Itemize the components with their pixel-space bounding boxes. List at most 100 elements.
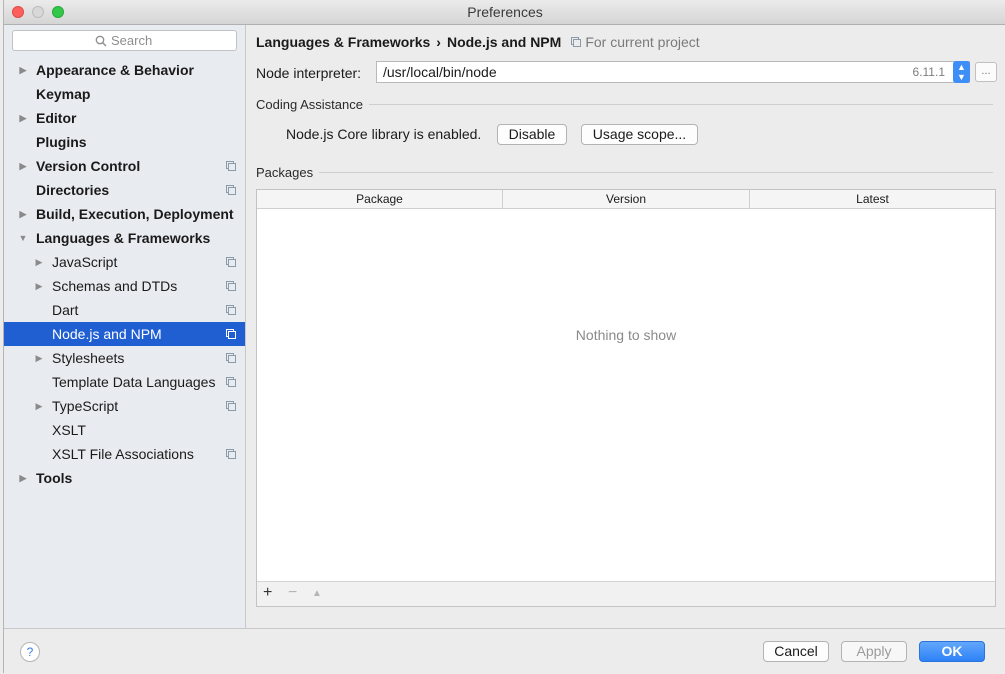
search-icon [95,35,107,46]
settings-sidebar: Search ▶ Appearance & Behavior Keymap ▶ Edit… [4,25,246,628]
sidebar-item-editor[interactable]: ▶ Editor [4,106,245,130]
sidebar-item-label: Directories [36,182,110,198]
browse-interpreter-button[interactable]: ... [975,62,997,82]
sidebar-item-label: XSLT [52,422,86,438]
sidebar-item-dart[interactable]: Dart [4,298,245,322]
ok-button[interactable]: OK [919,641,985,662]
collapsed-arrow-icon[interactable]: ▶ [34,274,44,298]
packages-title: Packages [256,165,314,180]
search-placeholder: Search [111,33,153,48]
project-scope-icon [226,449,236,459]
sidebar-item-label: Build, Execution, Deployment [36,206,234,222]
sidebar-item-plugins[interactable]: Plugins [4,130,245,154]
coding-assistance-section: Coding Assistance [256,97,993,112]
section-divider [319,172,993,173]
sidebar-item-label: Keymap [36,86,91,102]
sidebar-item-label: Languages & Frameworks [36,230,211,246]
upgrade-package-icon[interactable]: ▲ [312,585,322,603]
sidebar-item-xslt[interactable]: XSLT [4,418,245,442]
add-package-icon[interactable]: + [263,584,272,602]
column-header-latest[interactable]: Latest [750,190,995,208]
sidebar-item-appearance-behavior[interactable]: ▶ Appearance & Behavior [4,58,245,82]
collapsed-arrow-icon[interactable]: ▶ [18,58,28,82]
usage-scope-button[interactable]: Usage scope... [581,124,698,145]
remove-package-icon[interactable]: − [288,584,297,602]
breadcrumb-current: Node.js and NPM [446,34,562,50]
sidebar-item-xslt-file-associations[interactable]: XSLT File Associations [4,442,245,466]
settings-content: Languages & Frameworks › Node.js and NPM… [246,25,1005,628]
preferences-window: Preferences Search ▶ Appearance & Behavio… [3,0,1005,674]
sidebar-item-label: Schemas and DTDs [52,278,178,294]
settings-tree: ▶ Appearance & Behavior Keymap ▶ Editor Plugi… [4,58,245,490]
sidebar-item-label: Appearance & Behavior [36,62,194,78]
search-input[interactable]: Search [12,30,237,51]
sidebar-item-stylesheets[interactable]: ▶ Stylesheets [4,346,245,370]
sidebar-item-languages-frameworks[interactable]: ▼ Languages & Frameworks [4,226,245,250]
title-bar: Preferences [4,0,1005,25]
sidebar-item-template-data-languages[interactable]: Template Data Languages [4,370,245,394]
packages-section: Packages [256,165,993,180]
column-header-package[interactable]: Package [257,190,503,208]
empty-table-text: Nothing to show [575,327,677,343]
collapsed-arrow-icon[interactable]: ▶ [18,202,28,226]
collapsed-arrow-icon[interactable]: ▶ [18,154,28,178]
table-toolbar: + − ▲ [257,581,995,606]
collapsed-arrow-icon[interactable]: ▶ [18,106,28,130]
project-scope-icon [226,161,236,171]
breadcrumb: Languages & Frameworks › Node.js and NPM… [256,34,700,50]
project-scope-icon [226,377,236,387]
project-scope-icon [226,329,236,339]
project-scope-icon [226,353,236,363]
sidebar-item-javascript[interactable]: ▶ JavaScript [4,250,245,274]
sidebar-item-label: Dart [52,302,79,318]
sidebar-item-directories[interactable]: Directories [4,178,245,202]
dialog-footer: ? Cancel Apply OK [4,628,1005,674]
core-library-status: Node.js Core library is enabled. [286,126,482,142]
sidebar-item-label: Version Control [36,158,141,174]
project-scope-icon [226,401,236,411]
apply-button[interactable]: Apply [841,641,907,662]
sidebar-item-label: Editor [36,110,77,126]
cancel-button[interactable]: Cancel [763,641,829,662]
breadcrumb-separator: › [436,34,441,50]
sidebar-item-tools[interactable]: ▶ Tools [4,466,245,490]
collapsed-arrow-icon[interactable]: ▶ [34,394,44,418]
sidebar-item-label: Plugins [36,134,87,150]
project-scope-icon [571,37,582,47]
sidebar-item-node-js-and-npm[interactable]: Node.js and NPM [4,322,245,346]
sidebar-item-label: Tools [36,470,73,486]
coding-assistance-title: Coding Assistance [256,97,363,112]
project-scope-icon [226,281,236,291]
sidebar-item-label: JavaScript [52,254,118,270]
window-title: Preferences [467,4,543,20]
node-interpreter-label: Node interpreter: [256,65,362,81]
sidebar-item-typescript[interactable]: ▶ TypeScript [4,394,245,418]
collapsed-arrow-icon[interactable]: ▶ [18,466,28,490]
project-scope-icon [226,257,236,267]
node-interpreter-combobox[interactable]: /usr/local/bin/node 6.11.1 ▲ ▼ [376,61,970,83]
help-button[interactable]: ? [20,642,40,662]
section-divider [368,104,993,105]
sidebar-item-label: Node.js and NPM [52,326,162,342]
table-header: Package Version Latest [257,190,995,209]
sidebar-item-label: XSLT File Associations [52,446,194,462]
collapsed-arrow-icon[interactable]: ▶ [34,346,44,370]
packages-table: Package Version Latest Nothing to show +… [256,189,996,607]
sidebar-item-label: Template Data Languages [52,374,216,390]
project-scope-icon [226,305,236,315]
breadcrumb-parent: Languages & Frameworks [256,34,431,50]
sidebar-item-build-execution-deployment[interactable]: ▶ Build, Execution, Deployment [4,202,245,226]
expanded-arrow-icon[interactable]: ▼ [18,226,28,250]
collapsed-arrow-icon[interactable]: ▶ [34,250,44,274]
dropdown-stepper-icon[interactable]: ▲ ▼ [953,61,970,83]
sidebar-item-keymap[interactable]: Keymap [4,82,245,106]
node-interpreter-path: /usr/local/bin/node [383,64,497,80]
scope-label: For current project [585,34,700,50]
sidebar-item-schemas-and-dtds[interactable]: ▶ Schemas and DTDs [4,274,245,298]
sidebar-item-label: Stylesheets [52,350,125,366]
column-header-version[interactable]: Version [503,190,750,208]
project-scope-icon [226,185,236,195]
node-version: 6.11.1 [912,65,945,79]
sidebar-item-version-control[interactable]: ▶ Version Control [4,154,245,178]
disable-button[interactable]: Disable [497,124,567,145]
